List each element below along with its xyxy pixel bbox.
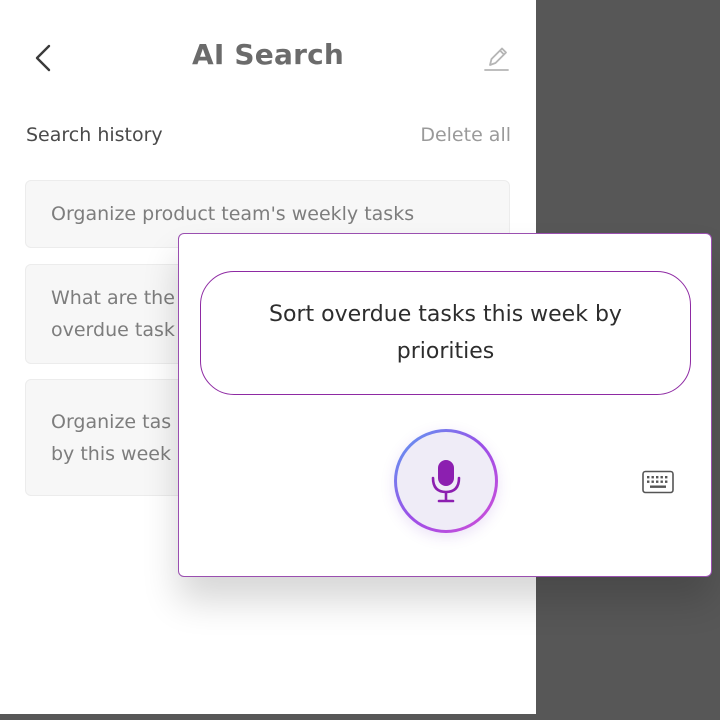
delete-all-button[interactable]: Delete all (420, 124, 511, 146)
microphone-button-inner (397, 432, 495, 530)
keyboard-button[interactable] (641, 469, 675, 495)
keyboard-icon (642, 470, 674, 494)
header: AI Search (0, 0, 536, 116)
voice-search-panel: Sort overdue tasks this week by prioriti… (178, 233, 712, 577)
voice-query-text: Sort overdue tasks this week by prioriti… (269, 302, 622, 364)
history-item-text: What are the overdue task (51, 287, 175, 341)
search-history-label: Search history (26, 124, 163, 146)
pencil-icon (484, 47, 509, 71)
microphone-icon (431, 460, 461, 503)
voice-query-box[interactable]: Sort overdue tasks this week by prioriti… (200, 271, 691, 395)
edit-button[interactable] (478, 40, 514, 76)
page-title: AI Search (191, 38, 345, 71)
history-item-text: Organize product team's weekly tasks (51, 203, 415, 225)
microphone-button[interactable] (394, 429, 498, 533)
history-item-text: Organize tas by this week (51, 410, 172, 465)
